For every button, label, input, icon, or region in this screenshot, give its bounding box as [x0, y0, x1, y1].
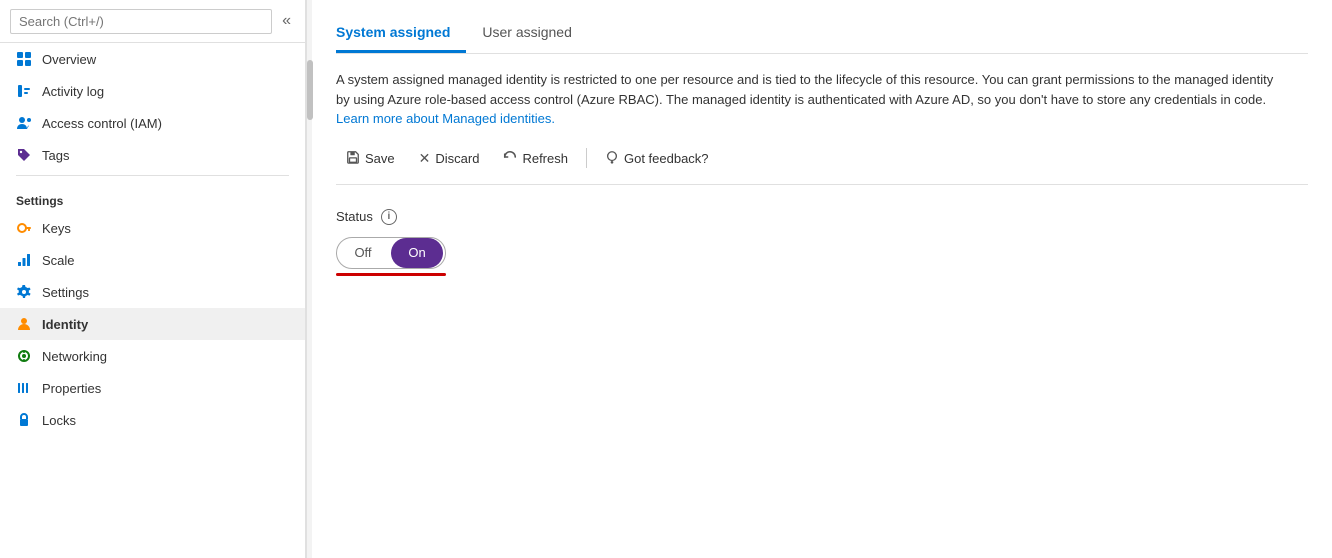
scrollbar-thumb[interactable] [307, 60, 313, 120]
nav-activity-log[interactable]: Activity log [0, 75, 305, 107]
scale-icon [16, 252, 32, 268]
tabs-bar: System assigned User assigned [336, 16, 1308, 54]
nav-access-control[interactable]: Access control (IAM) [0, 107, 305, 139]
feedback-label: Got feedback? [624, 151, 709, 166]
toolbar: Save ✕ Discard Refresh Got fe [336, 145, 1308, 185]
feedback-button[interactable]: Got feedback? [595, 145, 719, 172]
nav-networking[interactable]: Networking [0, 340, 305, 372]
identity-icon [16, 316, 32, 332]
sidebar: « Overview Activity log [0, 0, 306, 558]
networking-icon [16, 348, 32, 364]
nav-scale[interactable]: Scale [0, 244, 305, 276]
search-bar: « [0, 0, 305, 43]
settings-divider [16, 175, 289, 176]
tags-label: Tags [42, 148, 69, 163]
nav-properties[interactable]: Properties [0, 372, 305, 404]
toolbar-divider [586, 148, 587, 168]
status-row: Status i [336, 209, 1308, 225]
overview-label: Overview [42, 52, 96, 67]
status-toggle[interactable]: Off On [336, 237, 446, 269]
properties-label: Properties [42, 381, 101, 396]
tab-system-assigned[interactable]: System assigned [336, 16, 466, 53]
main-content: System assigned User assigned A system a… [312, 0, 1332, 558]
keys-icon [16, 220, 32, 236]
access-control-label: Access control (IAM) [42, 116, 162, 131]
save-icon [346, 150, 360, 167]
save-button[interactable]: Save [336, 145, 405, 172]
search-input[interactable] [10, 9, 272, 34]
feedback-icon [605, 150, 619, 167]
description-text: A system assigned managed identity is re… [336, 70, 1276, 129]
activity-log-label: Activity log [42, 84, 104, 99]
refresh-button[interactable]: Refresh [493, 145, 578, 172]
locks-label: Locks [42, 413, 76, 428]
learn-more-link[interactable]: Learn more about Managed identities. [336, 111, 555, 126]
overview-icon [16, 51, 32, 67]
access-control-icon [16, 115, 32, 131]
nav-locks[interactable]: Locks [0, 404, 305, 436]
activity-log-icon [16, 83, 32, 99]
collapse-button[interactable]: « [278, 8, 295, 34]
keys-label: Keys [42, 221, 71, 236]
toggle-underline [336, 273, 446, 276]
toggle-container: Off On [336, 237, 1308, 276]
locks-icon [16, 412, 32, 428]
discard-label: Discard [435, 151, 479, 166]
nav-keys[interactable]: Keys [0, 212, 305, 244]
toggle-on-option[interactable]: On [391, 238, 443, 268]
scrollbar-track[interactable] [306, 0, 312, 558]
discard-icon: ✕ [419, 150, 431, 167]
nav-settings[interactable]: Settings [0, 276, 305, 308]
refresh-icon [503, 150, 517, 167]
nav-tags[interactable]: Tags [0, 139, 305, 171]
nav-overview[interactable]: Overview [0, 43, 305, 75]
refresh-label: Refresh [522, 151, 568, 166]
nav-identity[interactable]: Identity [0, 308, 305, 340]
properties-icon [16, 380, 32, 396]
settings-icon [16, 284, 32, 300]
status-label: Status [336, 209, 373, 224]
discard-button[interactable]: ✕ Discard [409, 145, 490, 172]
scale-label: Scale [42, 253, 75, 268]
networking-label: Networking [42, 349, 107, 364]
status-info-icon[interactable]: i [381, 209, 397, 225]
save-label: Save [365, 151, 395, 166]
toggle-off-option[interactable]: Off [337, 238, 389, 268]
tab-user-assigned[interactable]: User assigned [482, 16, 588, 53]
settings-label: Settings [42, 285, 89, 300]
identity-label: Identity [42, 317, 88, 332]
tags-icon [16, 147, 32, 163]
settings-section-label: Settings [0, 180, 305, 212]
